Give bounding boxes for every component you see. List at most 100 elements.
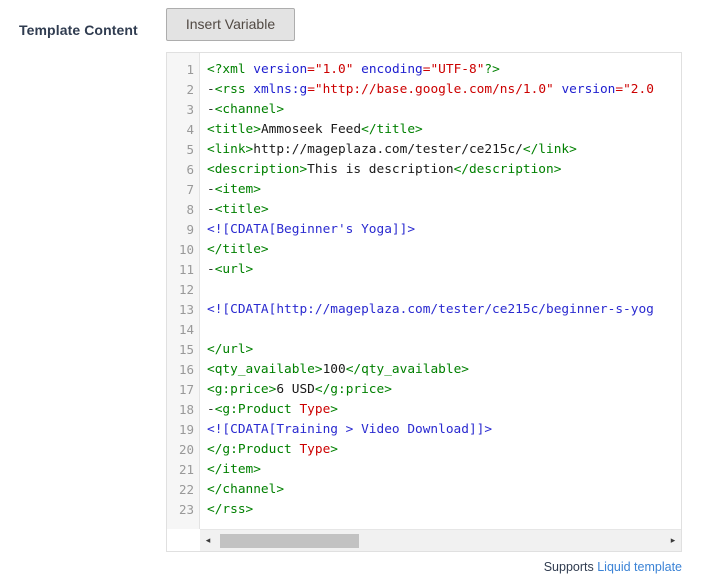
code-line[interactable]: <![CDATA[http://mageplaza.com/tester/ce2… bbox=[207, 300, 681, 320]
code-token-val: Type bbox=[299, 442, 331, 457]
scroll-left-arrow-icon[interactable]: ◂ bbox=[200, 530, 216, 552]
code-token-val: ="2.0 bbox=[615, 82, 654, 97]
line-number: 10 bbox=[178, 242, 194, 257]
code-line[interactable] bbox=[207, 320, 681, 340]
code-token-tag: </channel> bbox=[207, 482, 285, 497]
code-token-cdata: <![CDATA[Beginner's Yoga]]> bbox=[207, 222, 416, 237]
code-line[interactable]: <qty_available>100</qty_available> bbox=[207, 360, 681, 380]
code-token-punct: <?xml bbox=[207, 62, 254, 77]
code-token-val: Type bbox=[299, 402, 331, 417]
code-token-tag: <g:Product bbox=[214, 402, 300, 417]
supports-note-text: Supports bbox=[543, 560, 598, 574]
code-token-fold: - bbox=[207, 402, 215, 417]
code-line[interactable]: -<g:Product Type> bbox=[207, 400, 681, 420]
code-editor[interactable]: 1 2 3 4 5 6 7 8 9 10 11 12 13 14 15 16 17 18 19 20 21 22 23 <?… bbox=[166, 52, 682, 552]
code-token-tag: <rss bbox=[214, 82, 254, 97]
code-token-txt: 100 bbox=[322, 362, 346, 377]
line-number: 8 bbox=[186, 202, 194, 217]
code-token-tag: <description> bbox=[207, 162, 308, 177]
template-content-field-row: Template Content Insert Variable 1234567… bbox=[0, 0, 720, 587]
code-line[interactable]: </rss> bbox=[207, 500, 681, 520]
code-token-attr: version bbox=[253, 62, 308, 77]
code-line[interactable]: <title>Ammoseek Feed</title> bbox=[207, 120, 681, 140]
code-token-attr: encoding bbox=[361, 62, 423, 77]
code-token-tag: > bbox=[330, 402, 339, 417]
code-token-val: ="UTF-8" bbox=[422, 62, 485, 77]
code-token-tag: </item> bbox=[207, 462, 261, 477]
code-line[interactable]: </title> bbox=[207, 240, 681, 260]
code-line[interactable] bbox=[207, 280, 681, 300]
code-line[interactable]: -<title> bbox=[207, 200, 681, 220]
line-number: 21 bbox=[178, 462, 194, 477]
line-number: 22 bbox=[178, 482, 194, 497]
code-token-tag: <item> bbox=[214, 182, 261, 197]
code-line[interactable]: <![CDATA[Training > Video Download]]> bbox=[207, 420, 681, 440]
code-line[interactable]: <?xml version="1.0" encoding="UTF-8"?> bbox=[207, 60, 681, 80]
code-token-fold: - bbox=[207, 202, 215, 217]
line-number: 13 bbox=[178, 302, 194, 317]
code-token-tag: <qty_available> bbox=[207, 362, 323, 377]
line-number: 16 bbox=[178, 362, 194, 377]
line-number: 18 bbox=[178, 402, 194, 417]
line-number: 11 bbox=[178, 262, 194, 277]
code-line[interactable]: -<item> bbox=[207, 180, 681, 200]
code-line[interactable]: -<url> bbox=[207, 260, 681, 280]
line-number: 1 bbox=[186, 62, 194, 77]
scroll-right-arrow-icon[interactable]: ▸ bbox=[665, 530, 681, 552]
code-line[interactable]: -<channel> bbox=[207, 100, 681, 120]
code-token-fold: - bbox=[207, 182, 215, 197]
code-token-val: ="http://base.google.com/ns/1.0" bbox=[307, 82, 554, 97]
page-title: Template Content bbox=[19, 22, 138, 38]
horizontal-scrollbar[interactable]: ◂ ▸ bbox=[200, 529, 681, 551]
code-editor-body: 1 2 3 4 5 6 7 8 9 10 11 12 13 14 15 16 17 18 19 20 21 22 23 <?… bbox=[167, 53, 681, 529]
code-line[interactable]: </item> bbox=[207, 460, 681, 480]
insert-variable-button[interactable]: Insert Variable bbox=[166, 8, 295, 41]
code-line[interactable]: </g:Product Type> bbox=[207, 440, 681, 460]
line-number: 17 bbox=[178, 382, 194, 397]
line-number: 3 bbox=[186, 102, 194, 117]
code-token-attr: version bbox=[561, 82, 616, 97]
scrollbar-track[interactable] bbox=[216, 530, 665, 552]
code-token-tag: </g:Product bbox=[207, 442, 300, 457]
code-line[interactable]: <link>http://mageplaza.com/tester/ce215c… bbox=[207, 140, 681, 160]
code-line[interactable]: -<rss xmlns:g="http://base.google.com/ns… bbox=[207, 80, 681, 100]
line-number: 5 bbox=[186, 142, 194, 157]
liquid-template-link[interactable]: Liquid template bbox=[597, 560, 682, 574]
code-token-tag: <title> bbox=[214, 202, 269, 217]
supports-note: Supports Liquid template bbox=[544, 560, 682, 574]
line-number: 20 bbox=[178, 442, 194, 457]
line-number: 15 bbox=[178, 342, 194, 357]
code-line[interactable]: <![CDATA[Beginner's Yoga]]> bbox=[207, 220, 681, 240]
code-token-txt: Ammoseek Feed bbox=[260, 122, 362, 137]
code-token-tag: </url> bbox=[207, 342, 254, 357]
code-token-tag: </title> bbox=[207, 242, 269, 257]
code-token-tag: <link> bbox=[207, 142, 254, 157]
code-token-tag: </title> bbox=[361, 122, 423, 137]
code-line[interactable]: </url> bbox=[207, 340, 681, 360]
code-line[interactable]: </channel> bbox=[207, 480, 681, 500]
code-token-tag: > bbox=[330, 442, 338, 457]
code-token-val: ="1.0" bbox=[307, 62, 354, 77]
line-number: 23 bbox=[178, 502, 194, 517]
code-token-fold: - bbox=[207, 82, 215, 97]
line-number: 14 bbox=[178, 322, 194, 337]
scrollbar-thumb[interactable] bbox=[220, 533, 360, 548]
code-token-cdata: <![CDATA[http://mageplaza.com/tester/ce2… bbox=[207, 302, 654, 317]
code-token-fold: - bbox=[207, 262, 215, 277]
line-number: 2 bbox=[186, 82, 194, 97]
code-line[interactable]: <g:price>6 USD</g:price> bbox=[207, 380, 681, 400]
code-token-txt: 6 USD bbox=[276, 382, 315, 397]
code-token-tag: </link> bbox=[522, 142, 577, 157]
code-token-txt: This is description bbox=[307, 162, 454, 177]
line-number-gutter: 1 2 3 4 5 6 7 8 9 10 11 12 13 14 15 16 17 18 19 20 21 22 23 bbox=[167, 53, 200, 529]
code-token-tag: <channel> bbox=[214, 102, 285, 117]
code-token-punct bbox=[353, 62, 361, 77]
code-token-tag: </qty_available> bbox=[345, 362, 469, 377]
code-token-attr: xmlns:g bbox=[253, 82, 308, 97]
code-content-area[interactable]: <?xml version="1.0" encoding="UTF-8"?> -<… bbox=[200, 53, 681, 529]
code-token-tag: <url> bbox=[214, 262, 254, 277]
code-line[interactable]: <description>This is description</descri… bbox=[207, 160, 681, 180]
code-token-cdata: <![CDATA[Training > Video Download]]> bbox=[207, 422, 493, 437]
code-token-txt: http://mageplaza.com/tester/ce215c/ bbox=[253, 142, 523, 157]
code-token-tag: <title> bbox=[207, 122, 261, 137]
